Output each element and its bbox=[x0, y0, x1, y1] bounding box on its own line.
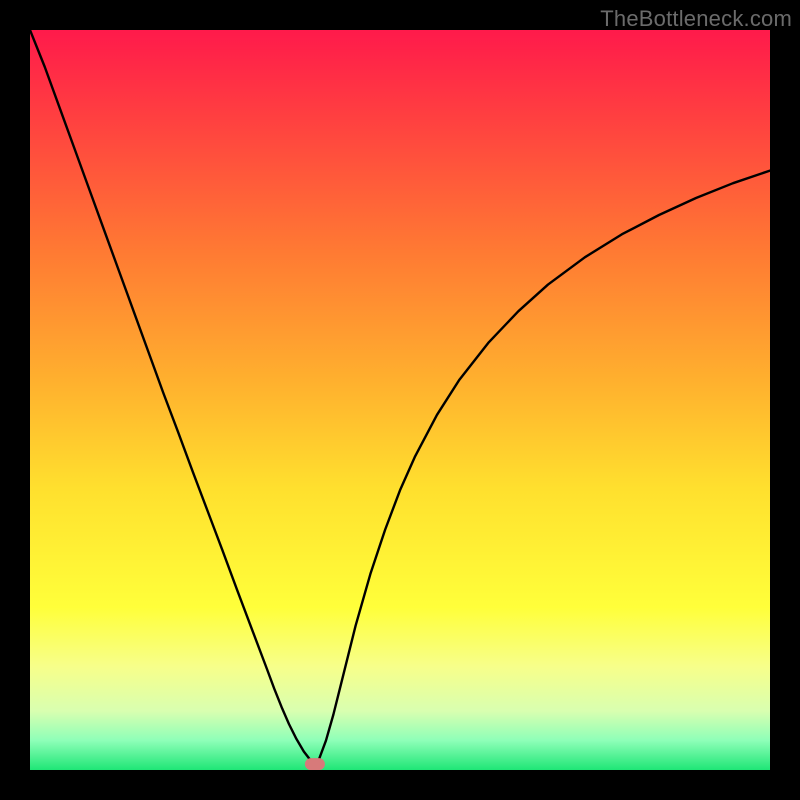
plot-area bbox=[30, 30, 770, 770]
gradient-background bbox=[30, 30, 770, 770]
chart-frame: TheBottleneck.com bbox=[0, 0, 800, 800]
bottleneck-chart bbox=[30, 30, 770, 770]
optimal-point-marker bbox=[305, 758, 325, 770]
watermark-text: TheBottleneck.com bbox=[600, 6, 792, 32]
